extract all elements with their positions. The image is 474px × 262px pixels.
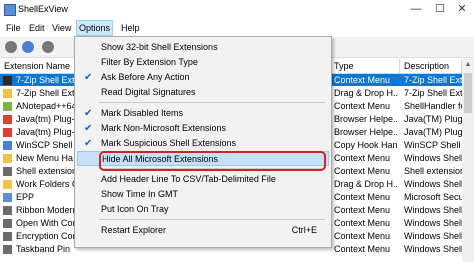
extension-icon	[3, 245, 12, 254]
cell-type: Copy Hook Han...	[334, 140, 398, 150]
menu-edit[interactable]: Edit	[27, 21, 47, 35]
column-type[interactable]: Type	[330, 59, 400, 73]
menu-item-label: Restart Explorer	[101, 225, 167, 235]
highlight-annotation	[99, 151, 326, 171]
menu-item-put-icon-on-tray[interactable]: Put Icon On Tray	[77, 202, 329, 217]
cell-type: Context Menu	[334, 101, 391, 111]
menu-item-label: Put Icon On Tray	[101, 204, 169, 214]
cell-type: Drag & Drop H...	[334, 179, 398, 189]
menu-item-mark-disabled-items[interactable]: ✔ Mark Disabled Items	[77, 106, 329, 121]
cell-type: Context Menu	[334, 153, 391, 163]
cell-type: Context Menu	[334, 218, 391, 228]
menu-item-label: Mark Non-Microsoft Extensions	[101, 123, 227, 133]
cell-description: Windows Shell	[404, 218, 462, 228]
menu-item-mark-non-microsoft-extensions[interactable]: ✔ Mark Non-Microsoft Extensions	[77, 121, 329, 136]
extension-icon	[3, 89, 12, 98]
cell-type: Browser Helpe...	[334, 114, 398, 124]
menu-item-label: Show 32-bit Shell Extensions	[101, 42, 218, 52]
checkmark-icon: ✔	[84, 72, 93, 83]
toolbar-properties-icon[interactable]	[42, 41, 54, 53]
menu-help[interactable]: Help	[119, 21, 142, 35]
vertical-scrollbar[interactable]: ▲	[462, 59, 474, 262]
cell-type: Context Menu	[334, 205, 391, 215]
cell-type: Drag & Drop H...	[334, 88, 398, 98]
menu-item-label: Read Digital Signatures	[101, 87, 196, 97]
scroll-thumb[interactable]	[464, 73, 472, 113]
menu-item-restart-explorer[interactable]: Restart Explorer Ctrl+E	[77, 223, 329, 238]
column-description[interactable]: Description	[400, 59, 462, 73]
menu-item-read-digital-signatures[interactable]: Read Digital Signatures	[77, 85, 329, 100]
cell-description: Windows Shell	[404, 231, 462, 241]
cell-description: Java(TM) Plugi	[404, 127, 462, 137]
extension-icon	[3, 115, 12, 124]
cell-description: Windows Shell	[404, 179, 462, 189]
app-icon	[4, 4, 16, 16]
minimize-button[interactable]: —	[404, 0, 428, 19]
extension-icon	[3, 154, 12, 163]
toolbar-enable-icon[interactable]	[22, 41, 34, 53]
cell-description: WinSCP Shell	[404, 140, 461, 150]
menu-item-shortcut: Ctrl+E	[291, 225, 317, 235]
menu-item-label: Mark Suspicious Shell Extensions	[101, 138, 237, 148]
cell-description: 7-Zip Shell Ext	[404, 75, 462, 85]
scroll-up-icon[interactable]: ▲	[462, 59, 474, 71]
extension-icon	[3, 167, 12, 176]
cell-description: Microsoft Secu	[404, 192, 462, 202]
extension-icon	[3, 193, 12, 202]
cell-type: Browser Helpe...	[334, 127, 398, 137]
menu-options[interactable]: Options	[76, 20, 114, 36]
menu-item-show-32-bit-shell-extensions[interactable]: Show 32-bit Shell Extensions	[77, 40, 329, 55]
maximize-button[interactable]: ☐	[428, 0, 452, 19]
menu-item-add-header-line-to-csv-tab-delimited-file[interactable]: Add Header Line To CSV/Tab-Delimited Fil…	[77, 172, 329, 187]
menu-view[interactable]: View	[50, 21, 73, 35]
menu-item-label: Add Header Line To CSV/Tab-Delimited Fil…	[101, 174, 276, 184]
extension-icon	[3, 219, 12, 228]
menu-item-label: Filter By Extension Type	[101, 57, 198, 67]
extension-icon	[3, 102, 12, 111]
cell-type: Context Menu	[334, 166, 391, 176]
cell-type: Context Menu	[334, 75, 391, 85]
cell-description: Windows Shell	[404, 205, 462, 215]
cell-type: Context Menu	[334, 244, 391, 254]
menu-file[interactable]: File	[4, 21, 23, 35]
menu-separator	[99, 102, 325, 103]
checkmark-icon: ✔	[84, 123, 93, 134]
menu-item-ask-before-any-action[interactable]: ✔ Ask Before Any Action	[77, 70, 329, 85]
checkmark-icon: ✔	[84, 138, 93, 149]
menu-item-mark-suspicious-shell-extensions[interactable]: ✔ Mark Suspicious Shell Extensions	[77, 136, 329, 151]
extension-icon	[3, 206, 12, 215]
extension-icon	[3, 141, 12, 150]
menu-bar: File Edit View Options Help	[0, 20, 474, 36]
window-title: ShellExView	[18, 4, 68, 14]
extension-icon	[3, 232, 12, 241]
cell-description: Java(TM) Plugi	[404, 114, 462, 124]
cell-description: Windows Shell	[404, 244, 462, 254]
menu-item-show-time-in-gmt[interactable]: Show Time In GMT	[77, 187, 329, 202]
menu-item-filter-by-extension-type[interactable]: Filter By Extension Type	[77, 55, 329, 70]
extension-icon	[3, 180, 12, 189]
title-bar: ShellExView — ☐ ✕	[0, 0, 474, 19]
cell-description: ShellHandler fo	[404, 101, 462, 111]
toolbar-disable-icon[interactable]	[5, 41, 17, 53]
extension-icon	[3, 76, 12, 85]
cell-description: Windows Shell	[404, 153, 462, 163]
cell-type: Context Menu	[334, 192, 391, 202]
menu-separator	[99, 219, 325, 220]
cell-description: 7-Zip Shell Ext	[404, 88, 462, 98]
menu-item-label: Mark Disabled Items	[101, 108, 184, 118]
options-menu-dropdown: Show 32-bit Shell Extensions Filter By Ex…	[74, 36, 332, 248]
extension-icon	[3, 128, 12, 137]
menu-item-label: Ask Before Any Action	[101, 72, 190, 82]
checkmark-icon: ✔	[84, 108, 93, 119]
cell-description: Shell extension	[404, 166, 462, 176]
cell-type: Context Menu	[334, 231, 391, 241]
close-button[interactable]: ✕	[450, 0, 474, 19]
menu-item-label: Show Time In GMT	[101, 189, 179, 199]
